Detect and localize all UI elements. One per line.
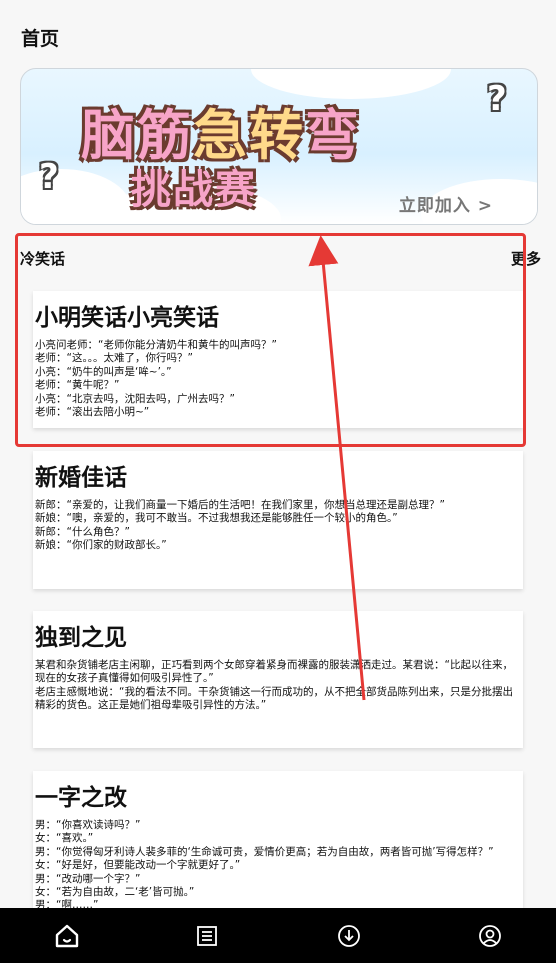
joke-card[interactable]: 新婚佳话 新郎：“亲爱的，让我们商量一下婚后的生活吧！在我们家里，你想当总理还是… <box>33 451 523 589</box>
more-link[interactable]: 更多 <box>511 248 541 269</box>
user-icon <box>479 925 501 947</box>
list-icon <box>197 926 217 946</box>
joke-card[interactable]: 一字之改 男：“你喜欢读诗吗？” 女：“喜欢。” 男：“你觉得匈牙利诗人裴多菲的… <box>33 771 523 908</box>
nav-profile[interactable] <box>472 918 508 954</box>
joke-title: 小明笑话小亮笑话 <box>35 305 219 331</box>
banner-headline-part: 弯 <box>305 104 361 167</box>
nav-list[interactable] <box>189 918 225 954</box>
joke-body: 男：“你喜欢读诗吗？” 女：“喜欢。” 男：“你觉得匈牙利诗人裴多菲的‘生命诚可… <box>35 819 494 908</box>
question-mark-icon: ? <box>487 79 507 119</box>
joke-body: 某君和杂货铺老店主闲聊，正巧看到两个女郎穿着紧身而裸露的服装潇洒走过。某君说：“… <box>35 659 513 712</box>
section-title: 冷笑话 <box>20 250 66 268</box>
nav-home[interactable] <box>49 918 85 954</box>
joke-card[interactable]: 独到之见 某君和杂货铺老店主闲聊，正巧看到两个女郎穿着紧身而裸露的服装潇洒走过。… <box>33 611 523 748</box>
promo-banner[interactable]: ? ? 脑筋急转弯 挑战赛 立即加入 > <box>20 68 538 225</box>
bottom-nav <box>0 908 556 963</box>
joke-body: 新郎：“亲爱的，让我们商量一下婚后的生活吧！在我们家里，你想当总理还是副总理？”… <box>35 499 445 552</box>
joke-title: 新婚佳话 <box>35 465 127 491</box>
joke-title: 独到之见 <box>35 625 127 651</box>
page-title: 首页 <box>21 28 60 50</box>
joke-title: 一字之改 <box>35 785 127 811</box>
nav-download[interactable] <box>331 918 367 954</box>
question-mark-icon: ? <box>39 157 59 197</box>
join-now-link[interactable]: 立即加入 > <box>399 191 493 216</box>
home-icon <box>55 924 79 948</box>
banner-subheadline: 挑战赛 <box>131 167 257 213</box>
joke-body: 小亮问老师：“老师你能分清奶牛和黄牛的叫声吗？” 老师：“这。。。太难了，你行吗… <box>35 339 277 419</box>
joke-card[interactable]: 小明笑话小亮笑话 小亮问老师：“老师你能分清奶牛和黄牛的叫声吗？” 老师：“这。… <box>33 291 523 428</box>
download-icon <box>338 925 360 947</box>
